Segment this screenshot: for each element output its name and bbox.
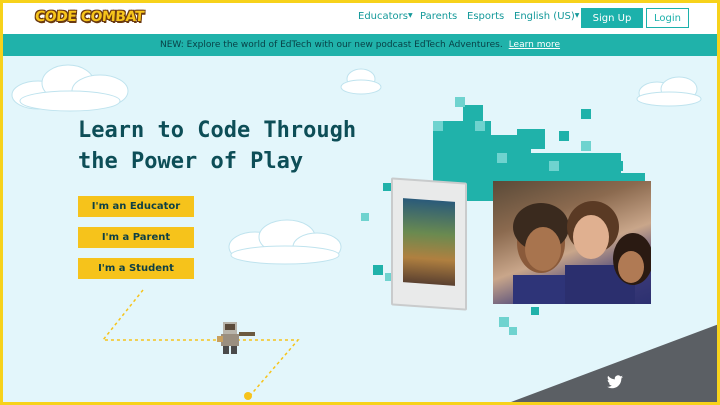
announcement-banner: NEW: Explore the world of EdTech with ou… (3, 34, 717, 56)
banner-text: NEW: Explore the world of EdTech with ou… (159, 40, 503, 50)
nav-language[interactable]: English (US)▼ (514, 11, 579, 22)
caret-down-icon: ▼ (408, 12, 413, 19)
educator-button[interactable]: I'm an Educator (78, 196, 194, 217)
footer-diagonal (487, 321, 717, 402)
nav-educators[interactable]: Educators▼ (358, 11, 413, 22)
game-screen (403, 198, 455, 286)
login-button[interactable]: Login (646, 8, 689, 28)
nav-esports[interactable]: Esports (467, 11, 504, 22)
hero-title-line2: the Power of Play (78, 149, 304, 174)
codecombat-logo[interactable]: CODE COMBAT (34, 9, 144, 25)
hero-title-line1: Learn to Code Through (78, 118, 357, 143)
computer-monitor (391, 177, 467, 311)
dotted-path (101, 289, 300, 400)
top-nav: CODE COMBAT Educators▼ Parents Esports E… (3, 3, 717, 34)
cloud-icon (340, 68, 382, 95)
cloud-icon (11, 64, 129, 112)
nav-parents[interactable]: Parents (420, 11, 457, 22)
caret-down-icon: ▼ (574, 12, 580, 19)
parent-button[interactable]: I'm a Parent (78, 227, 194, 248)
students-photo (493, 181, 651, 304)
nav-educators-label: Educators (358, 11, 408, 22)
student-button[interactable]: I'm a Student (78, 258, 194, 279)
cloud-icon (228, 219, 342, 265)
cloud-icon (636, 76, 702, 107)
signup-button[interactable]: Sign Up (581, 8, 643, 28)
page-frame: CODE COMBAT Educators▼ Parents Esports E… (3, 3, 717, 402)
twitter-icon[interactable] (607, 375, 623, 389)
hero-character-icon (217, 322, 255, 354)
hero-title: Learn to Code Through the Power of Play (78, 115, 356, 177)
banner-learn-more-link[interactable]: Learn more (509, 40, 560, 50)
nav-language-label: English (US) (514, 11, 575, 22)
